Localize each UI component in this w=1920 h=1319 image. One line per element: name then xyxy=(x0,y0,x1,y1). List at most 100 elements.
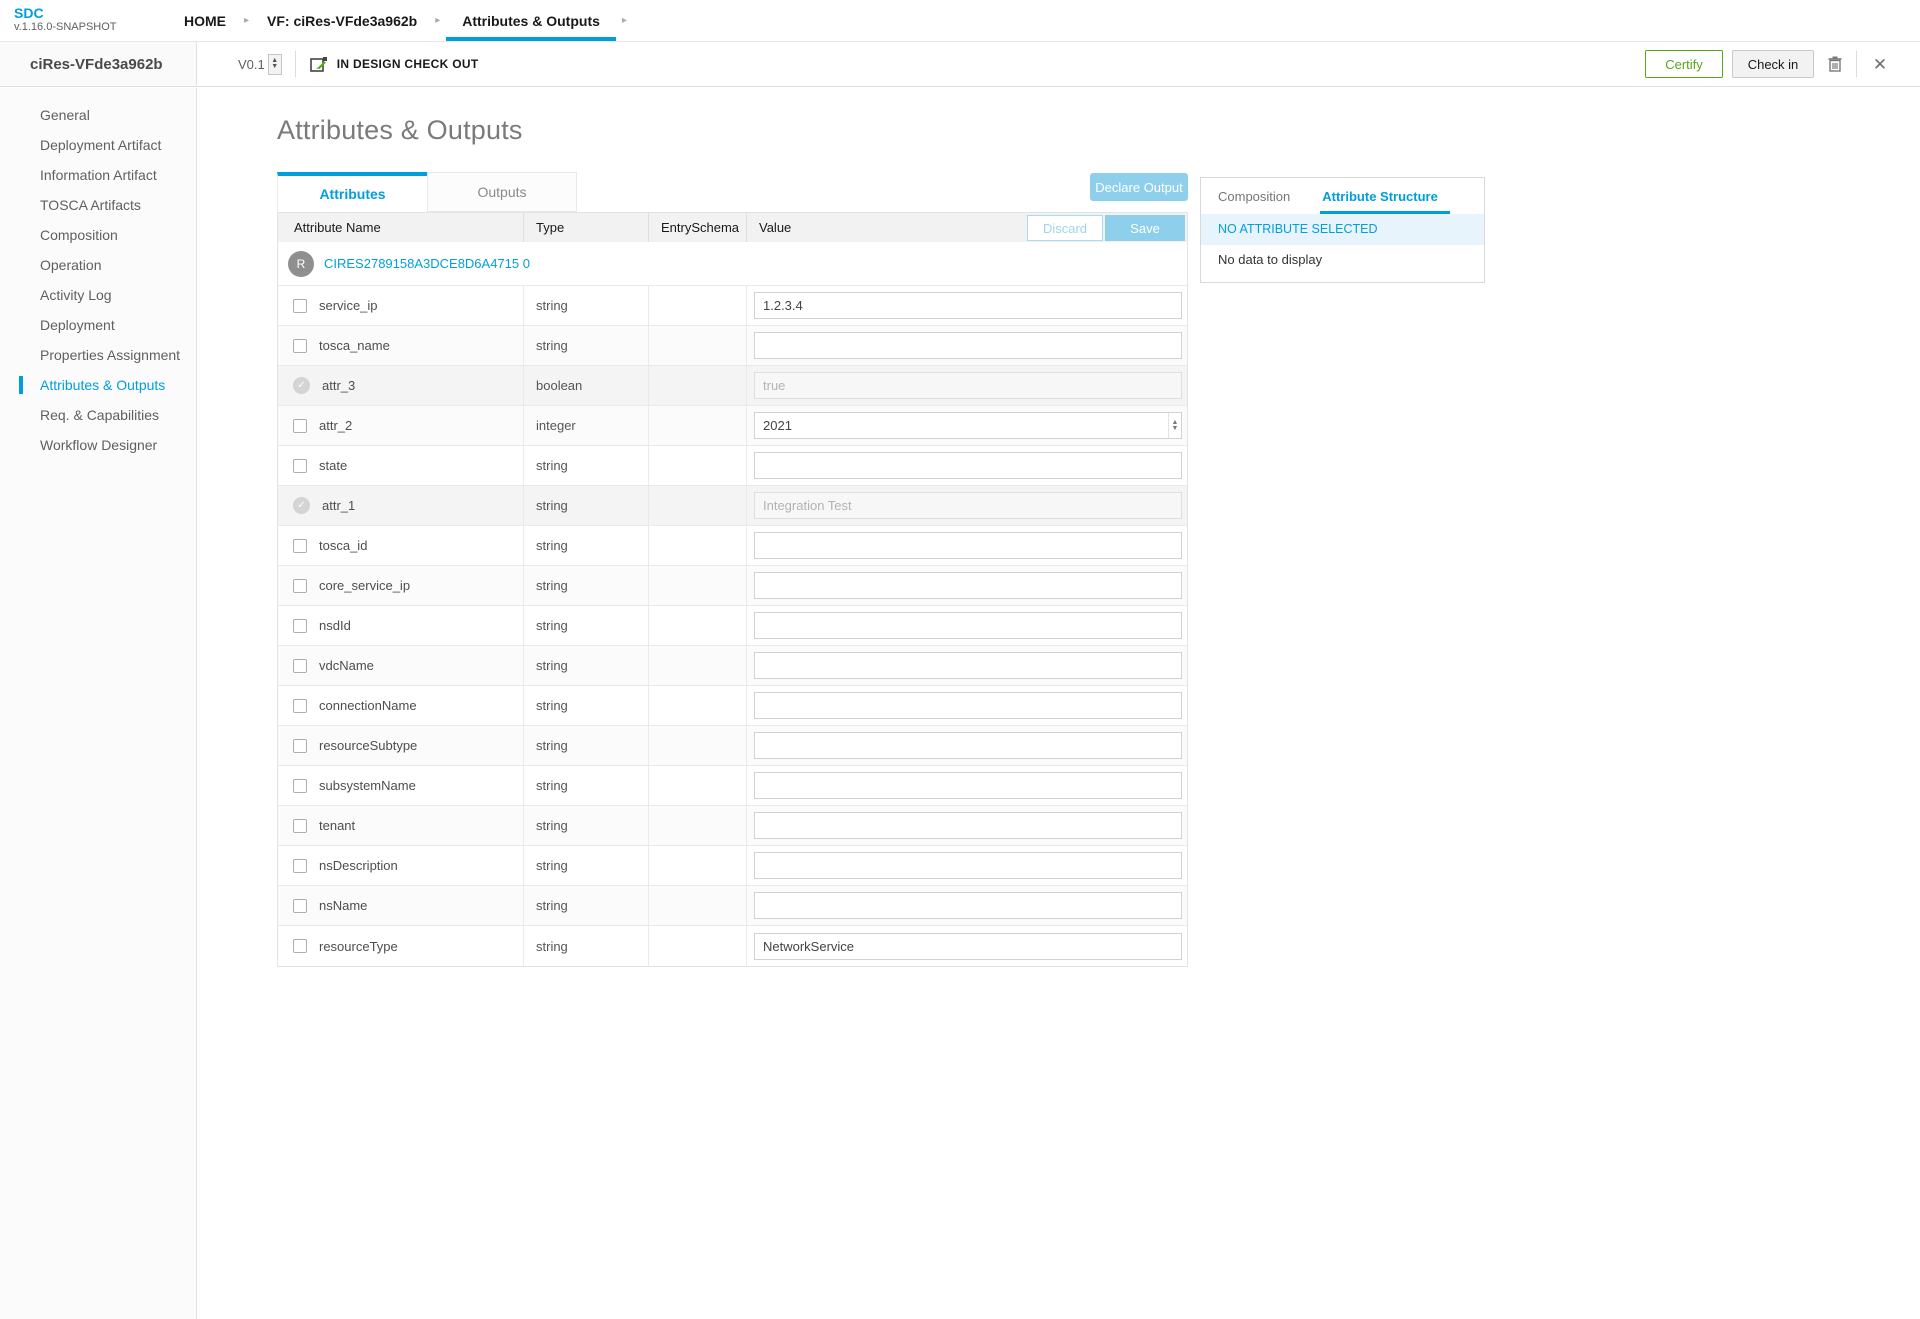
attribute-name: nsdId xyxy=(319,618,351,633)
sub-header-right: V0.1 ▲▼ IN DESIGN CHECK OUT Certify Chec… xyxy=(197,42,1920,86)
attribute-entryschema-cell xyxy=(648,486,746,525)
attribute-value-cell: ▲▼ xyxy=(746,806,1189,845)
attribute-checkbox[interactable] xyxy=(293,779,307,793)
tab-outputs[interactable]: Outputs xyxy=(427,172,577,212)
detail-panel-tabs: Composition Attribute Structure xyxy=(1201,178,1484,214)
attribute-name-cell: tosca_name xyxy=(278,326,523,365)
attribute-value-cell: ▲▼ xyxy=(746,606,1189,645)
version-selector[interactable]: V0.1 ▲▼ xyxy=(238,54,282,75)
attribute-checkbox[interactable] xyxy=(293,939,307,953)
attribute-checkbox[interactable] xyxy=(293,419,307,433)
column-header-attribute-name: Attribute Name xyxy=(278,213,523,242)
status-text: IN DESIGN CHECK OUT xyxy=(337,57,479,71)
attribute-checkbox[interactable] xyxy=(293,819,307,833)
discard-button[interactable]: Discard xyxy=(1027,215,1103,241)
version-spinner-icon[interactable]: ▲▼ xyxy=(268,54,282,75)
sidebar-item-properties-assignment[interactable]: Properties Assignment xyxy=(0,340,196,370)
table-body: service_ip string ▲▼ tosca_name string ▲… xyxy=(278,286,1187,966)
attribute-checkbox[interactable] xyxy=(293,739,307,753)
attribute-checkbox[interactable] xyxy=(293,579,307,593)
attribute-name: tenant xyxy=(319,818,355,833)
table-row: ✓ attr_3 boolean ▲▼ xyxy=(278,366,1187,406)
sidebar-item-information-artifact[interactable]: Information Artifact xyxy=(0,160,196,190)
close-icon: ✕ xyxy=(1873,56,1887,73)
attribute-checkbox[interactable] xyxy=(293,859,307,873)
attribute-type-cell: string xyxy=(523,446,648,485)
app-name: SDC xyxy=(14,6,172,21)
attribute-value-cell: ▲▼ xyxy=(746,686,1189,725)
attribute-value-cell: ▲▼ xyxy=(746,646,1189,685)
sidebar-item-label: Workflow Designer xyxy=(40,437,157,453)
number-spinner-icon[interactable]: ▲▼ xyxy=(1168,413,1181,438)
sidebar-item-tosca-artifacts[interactable]: TOSCA Artifacts xyxy=(0,190,196,220)
declared-check-icon: ✓ xyxy=(293,497,310,514)
attribute-checkbox[interactable] xyxy=(293,699,307,713)
attributes-table: Attribute Name Type EntrySchema Value Di… xyxy=(277,212,1188,967)
sidebar-item-deployment[interactable]: Deployment xyxy=(0,310,196,340)
attribute-value-input[interactable] xyxy=(754,452,1182,479)
delete-button[interactable] xyxy=(1820,49,1850,79)
sidebar-item-deployment-artifact[interactable]: Deployment Artifact xyxy=(0,130,196,160)
sidebar-item-operation[interactable]: Operation xyxy=(0,250,196,280)
attribute-checkbox[interactable] xyxy=(293,299,307,313)
sidebar-item-composition[interactable]: Composition xyxy=(0,220,196,250)
attribute-checkbox[interactable] xyxy=(293,539,307,553)
tab-composition[interactable]: Composition xyxy=(1218,178,1290,214)
attribute-checkbox[interactable] xyxy=(293,619,307,633)
attribute-name: resourceType xyxy=(319,939,398,954)
attribute-entryschema-cell xyxy=(648,566,746,605)
tab-attributes[interactable]: Attributes xyxy=(277,172,427,212)
attribute-name-cell: subsystemName xyxy=(278,766,523,805)
attribute-value-input[interactable] xyxy=(754,692,1182,719)
declare-output-button[interactable]: Declare Output xyxy=(1090,173,1188,201)
resource-instance-name[interactable]: CIRES2789158A3DCE8D6A4715 0 xyxy=(324,256,530,271)
attribute-value-input[interactable] xyxy=(754,292,1182,319)
attribute-entryschema-cell xyxy=(648,806,746,845)
attribute-value-input[interactable] xyxy=(754,892,1182,919)
attribute-value-input[interactable] xyxy=(754,612,1182,639)
attribute-value-input[interactable] xyxy=(754,572,1182,599)
attribute-name-cell: core_service_ip xyxy=(278,566,523,605)
attribute-value-input[interactable] xyxy=(754,852,1182,879)
attribute-value-input[interactable] xyxy=(754,732,1182,759)
table-row: nsDescription string ▲▼ xyxy=(278,846,1187,886)
breadcrumb-vf[interactable]: VF: ciRes-VFde3a962b xyxy=(255,0,429,41)
tab-attribute-structure[interactable]: Attribute Structure xyxy=(1322,178,1438,214)
attribute-type-cell: string xyxy=(523,846,648,885)
attribute-checkbox[interactable] xyxy=(293,899,307,913)
table-row: core_service_ip string ▲▼ xyxy=(278,566,1187,606)
sidebar-item-label: Properties Assignment xyxy=(40,347,180,363)
attribute-value-input[interactable] xyxy=(754,532,1182,559)
sidebar-item-general[interactable]: General xyxy=(0,100,196,130)
sidebar-item-activity-log[interactable]: Activity Log xyxy=(0,280,196,310)
attribute-checkbox[interactable] xyxy=(293,459,307,473)
sidebar-item-req-capabilities[interactable]: Req. & Capabilities xyxy=(0,400,196,430)
attribute-value-input[interactable] xyxy=(754,652,1182,679)
attribute-name: nsName xyxy=(319,898,367,913)
attribute-value-input[interactable] xyxy=(754,812,1182,839)
attribute-name-cell: tenant xyxy=(278,806,523,845)
breadcrumb-attributes-outputs[interactable]: Attributes & Outputs xyxy=(446,0,616,41)
attribute-value-input[interactable] xyxy=(754,933,1182,960)
sidebar-item-attributes-outputs[interactable]: Attributes & Outputs xyxy=(0,370,196,400)
breadcrumb-home[interactable]: HOME xyxy=(172,0,238,41)
close-button[interactable]: ✕ xyxy=(1865,49,1895,79)
attribute-value-input[interactable] xyxy=(754,772,1182,799)
attribute-checkbox[interactable] xyxy=(293,659,307,673)
checkin-button[interactable]: Check in xyxy=(1732,50,1814,78)
attribute-entryschema-cell xyxy=(648,366,746,405)
attribute-entryschema-cell xyxy=(648,726,746,765)
column-header-type: Type xyxy=(523,213,648,242)
attribute-value-input[interactable] xyxy=(754,332,1182,359)
attribute-checkbox[interactable] xyxy=(293,339,307,353)
sidebar-item-workflow-designer[interactable]: Workflow Designer xyxy=(0,430,196,460)
attribute-entryschema-cell xyxy=(648,446,746,485)
certify-button[interactable]: Certify xyxy=(1645,50,1723,78)
main-content: Attributes & Outputs Attributes Outputs … xyxy=(197,88,1920,1319)
attribute-name-cell: nsdId xyxy=(278,606,523,645)
attribute-type-cell: string xyxy=(523,686,648,725)
empty-message: No data to display xyxy=(1201,245,1484,282)
save-button[interactable]: Save xyxy=(1105,215,1185,241)
attribute-value-input[interactable] xyxy=(754,412,1182,439)
table-row: tosca_name string ▲▼ xyxy=(278,326,1187,366)
